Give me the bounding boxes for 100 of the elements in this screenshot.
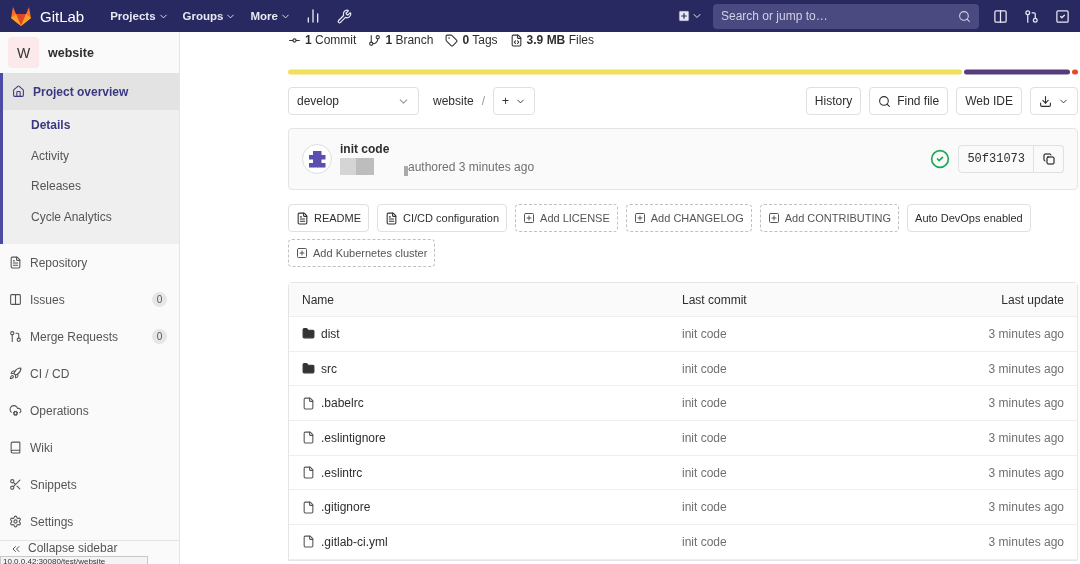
commit-message-link[interactable]: init code	[682, 430, 904, 445]
update-time: 3 minutes ago	[987, 534, 1064, 549]
issues-icon	[9, 293, 22, 306]
sidebar-item[interactable]: Merge Requests 0	[0, 318, 179, 355]
column-header: Last update	[1000, 292, 1064, 307]
quick-link-button[interactable]: Auto DevOps enabled	[907, 204, 1031, 232]
file-name-link[interactable]: .gitlab-ci.yml	[302, 534, 682, 549]
pipeline-passed-icon[interactable]	[930, 149, 951, 169]
status-url-tooltip: 10.0.0.42:30080/test/website	[0, 556, 148, 564]
search-icon	[958, 9, 971, 23]
issues-icon[interactable]	[993, 8, 1008, 24]
sidebar-subitem[interactable]: Activity	[3, 140, 179, 171]
file-icon	[302, 466, 315, 480]
toolbar-button[interactable]: Web IDE	[956, 87, 1022, 115]
quick-link-button[interactable]: Add Kubernetes cluster	[288, 239, 436, 267]
search-field[interactable]: Search or jump to…	[713, 3, 979, 29]
file-icon	[302, 396, 315, 410]
commit-message-link[interactable]: init code	[682, 465, 904, 480]
file-name-link[interactable]: .eslintignore	[302, 430, 682, 445]
nav-menu[interactable]: Projects	[110, 10, 169, 22]
commit-message-link[interactable]: init code	[682, 500, 904, 515]
commit-message-link[interactable]: init code	[682, 534, 904, 549]
folder-icon	[302, 327, 315, 341]
quick-link-button[interactable]: CI/CD configuration	[377, 204, 508, 232]
gear-icon	[9, 515, 22, 528]
commit-sha[interactable]: 50f31073	[958, 145, 1034, 173]
sidebar-item[interactable]: Repository	[0, 244, 179, 281]
quick-link-button[interactable]: Add CHANGELOG	[625, 204, 752, 232]
sidebar-item[interactable]: Issues 0	[0, 281, 179, 318]
commit-meta: authored 3 minutes ago	[408, 160, 535, 174]
plus-square-icon	[523, 212, 536, 224]
download-button[interactable]	[1030, 87, 1078, 115]
update-time: 3 minutes ago	[987, 396, 1064, 411]
merge-request-icon[interactable]	[1024, 8, 1039, 24]
file-name-link[interactable]: dist	[302, 326, 682, 341]
house-icon	[12, 85, 25, 98]
add-menu-button[interactable]: +	[493, 87, 536, 115]
sidebar-subitem[interactable]: Details	[3, 110, 179, 141]
toolbar-button[interactable]: Find file	[869, 87, 949, 115]
commit-message-link[interactable]: init code	[682, 326, 904, 341]
rocket-icon	[9, 367, 22, 380]
plus-square-icon	[633, 212, 646, 224]
toolbar-button[interactable]: History	[805, 87, 862, 115]
file-name-link[interactable]: .gitignore	[302, 500, 682, 515]
path-link[interactable]: website	[433, 94, 474, 108]
stat-link[interactable]: 1 Branch	[368, 33, 434, 47]
file-icon	[302, 500, 315, 514]
tag-icon	[445, 33, 459, 47]
sidebar-item[interactable]: Wiki	[0, 429, 179, 466]
file-icon	[509, 33, 523, 47]
update-time: 3 minutes ago	[987, 500, 1064, 515]
scissors-icon	[9, 478, 22, 491]
commit-message-link[interactable]: init code	[682, 361, 904, 376]
project-avatar[interactable]: W	[8, 37, 39, 68]
sidebar-item[interactable]: CI / CD	[0, 355, 179, 392]
document-icon	[9, 256, 22, 269]
brand-name[interactable]: GitLab	[40, 7, 85, 25]
double-chevron-icon	[10, 543, 22, 555]
file-name-link[interactable]: .eslintrc	[302, 465, 682, 480]
update-time: 3 minutes ago	[987, 326, 1064, 341]
file-name-link[interactable]: src	[302, 361, 682, 376]
quick-link-button[interactable]: Add LICENSE	[515, 204, 618, 232]
file-name-link[interactable]: .babelrc	[302, 396, 682, 411]
nav-menu[interactable]: Groups	[182, 10, 237, 22]
folder-icon	[302, 362, 315, 376]
branch-select[interactable]: develop	[288, 87, 419, 115]
search-icon	[878, 94, 892, 108]
nav-menu[interactable]: More	[250, 10, 291, 22]
copy-button[interactable]	[1034, 145, 1064, 173]
file-icon	[302, 535, 315, 549]
update-time: 3 minutes ago	[987, 465, 1064, 480]
wrench-icon[interactable]	[336, 8, 352, 24]
copy-icon	[1042, 153, 1055, 165]
avatar-icon	[302, 144, 332, 174]
quick-link-button[interactable]: Add CONTRIBUTING	[759, 204, 900, 232]
stat-link[interactable]: 1 Commit	[288, 33, 357, 47]
update-time: 3 minutes ago	[987, 430, 1064, 445]
sidebar-subitem[interactable]: Cycle Analytics	[3, 201, 179, 232]
stat-link[interactable]: 3.9 MB Files	[509, 33, 594, 47]
count-badge: 0	[152, 329, 167, 344]
stat-link[interactable]: 0 Tags	[445, 33, 498, 47]
new-menu-icon[interactable]	[677, 9, 691, 23]
commit-message-link[interactable]: init code	[682, 396, 904, 411]
collapse-sidebar-link[interactable]: Collapse sidebar	[0, 540, 179, 555]
sidebar-item[interactable]: Settings	[0, 503, 179, 540]
sidebar-item[interactable]: Operations	[0, 392, 179, 429]
update-time: 3 minutes ago	[987, 361, 1064, 376]
merge-request-icon	[9, 330, 22, 343]
column-header: Last commit	[682, 292, 748, 307]
fox-logo-icon[interactable]	[10, 6, 32, 26]
quick-link-button[interactable]: README	[288, 204, 370, 232]
redacted-author-drawing	[340, 158, 408, 176]
todo-icon[interactable]	[1055, 8, 1070, 24]
sidebar-item[interactable]: Snippets	[0, 466, 179, 503]
commit-title[interactable]: init code	[340, 142, 535, 156]
sidebar-subitem[interactable]: Releases	[3, 171, 179, 202]
plus-square-icon	[296, 247, 308, 259]
project-name[interactable]: website	[48, 45, 94, 60]
path-separator: /	[481, 94, 486, 108]
sidebar-item[interactable]: Project overview	[3, 73, 179, 110]
